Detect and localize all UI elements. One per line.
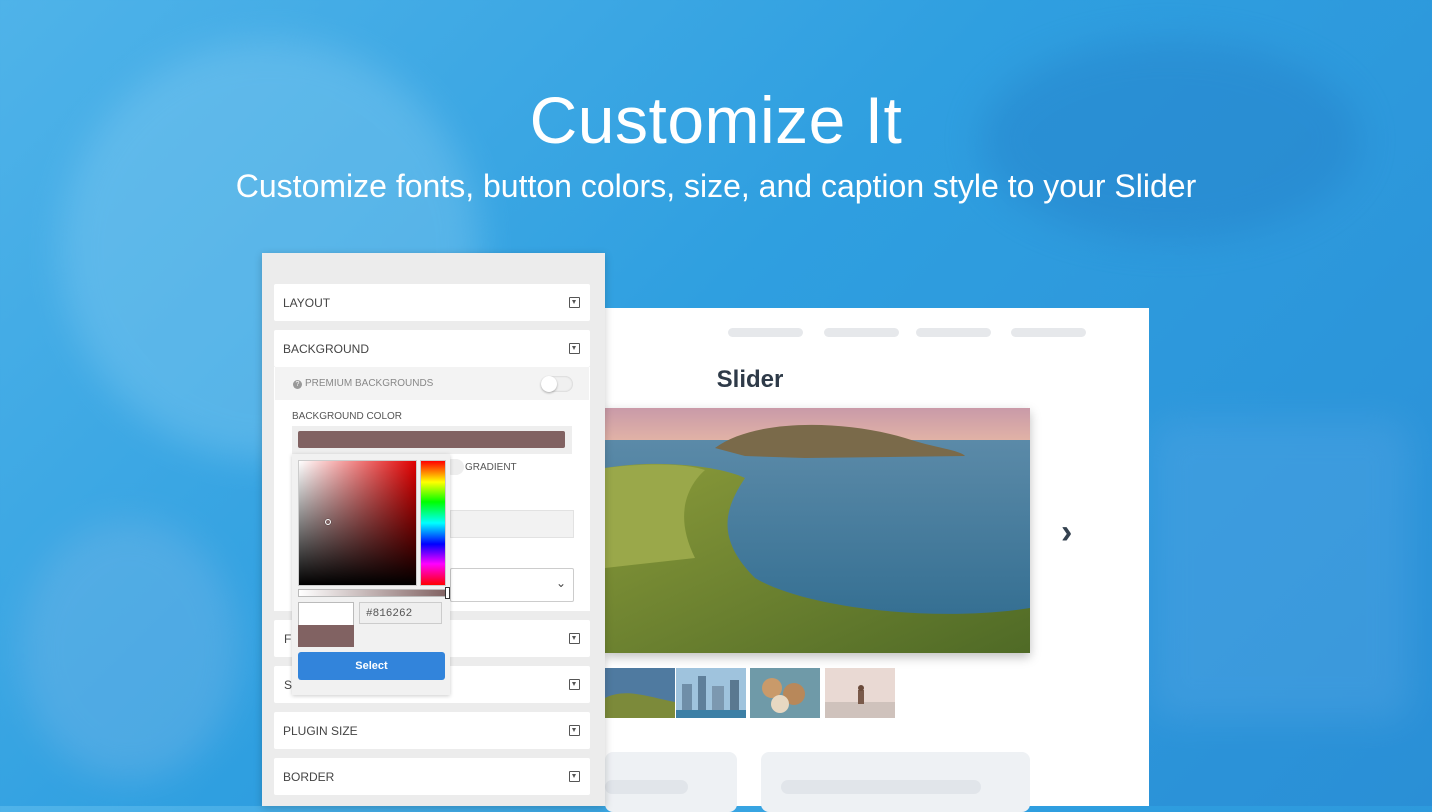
nav-placeholder xyxy=(1011,328,1086,337)
accordion-plugin-size[interactable]: PLUGIN SIZE xyxy=(274,712,590,749)
accordion-label: BACKGROUND xyxy=(283,342,370,356)
accordion-background[interactable]: BACKGROUND xyxy=(274,330,590,367)
saturation-value-area[interactable] xyxy=(298,460,417,586)
background-color-swatch[interactable] xyxy=(292,426,572,454)
select-button[interactable]: Select xyxy=(298,652,445,680)
slider-preview: Slider › xyxy=(605,308,1149,812)
color-cursor[interactable] xyxy=(325,519,331,525)
nav-placeholder xyxy=(916,328,991,337)
previous-color-preview xyxy=(298,602,354,626)
swatch-fill xyxy=(298,431,565,448)
content-card-placeholder xyxy=(761,752,1030,812)
premium-backgrounds-row: ? PREMIUM BACKGROUNDS xyxy=(275,367,589,400)
chevron-down-icon: ⌄ xyxy=(555,576,566,590)
toggle-knob xyxy=(541,376,557,392)
alpha-slider-handle[interactable] xyxy=(445,587,450,599)
alpha-slider[interactable] xyxy=(298,587,450,599)
slide-thumbnail[interactable] xyxy=(750,668,820,718)
text-placeholder xyxy=(781,780,981,794)
question-circle-icon[interactable]: ? xyxy=(293,380,302,389)
caret-box-icon[interactable] xyxy=(569,297,580,308)
bg-blur-shape xyxy=(20,520,240,780)
hex-color-input[interactable]: #816262 xyxy=(359,602,442,624)
caret-box-icon[interactable] xyxy=(569,679,580,690)
accordion-border[interactable]: BORDER xyxy=(274,758,590,795)
accordion-label-peek: S xyxy=(284,678,293,692)
slide-thumbnail[interactable] xyxy=(676,668,746,718)
text-placeholder xyxy=(605,780,688,794)
hidden-field[interactable] xyxy=(450,510,574,538)
color-picker: #816262 Select xyxy=(292,454,450,695)
accordion-layout[interactable]: LAYOUT xyxy=(274,284,590,321)
caret-box-icon[interactable] xyxy=(569,725,580,736)
accordion-label: LAYOUT xyxy=(283,296,331,310)
content-card-placeholder xyxy=(605,752,737,812)
page-title: Customize It xyxy=(529,83,903,157)
slide-thumbnail[interactable] xyxy=(825,668,895,718)
nav-placeholder xyxy=(824,328,899,337)
next-arrow-icon[interactable]: › xyxy=(1061,513,1072,552)
premium-backgrounds-toggle[interactable] xyxy=(541,376,573,392)
accordion-label: BORDER xyxy=(283,770,335,784)
premium-backgrounds-label: ? PREMIUM BACKGROUNDS xyxy=(293,378,433,389)
page-subtitle: Customize fonts, button colors, size, an… xyxy=(235,168,1197,204)
hidden-select[interactable]: ⌄ xyxy=(450,568,574,602)
accordion-label-peek: F xyxy=(284,632,292,646)
caret-box-icon[interactable] xyxy=(569,771,580,782)
slider-title: Slider xyxy=(716,366,784,393)
accordion-label: PLUGIN SIZE xyxy=(283,724,358,738)
slide-image[interactable] xyxy=(605,408,1030,653)
caret-box-icon[interactable] xyxy=(569,633,580,644)
hue-slider[interactable] xyxy=(420,460,446,586)
gradient-label: GRADIENT xyxy=(465,462,517,473)
slide-thumbnail[interactable] xyxy=(605,668,675,718)
nav-placeholder xyxy=(728,328,803,337)
caret-box-icon[interactable] xyxy=(569,343,580,354)
current-color-preview xyxy=(298,625,354,647)
bg-blur-shape xyxy=(1150,420,1410,720)
background-color-label: BACKGROUND COLOR xyxy=(292,411,403,422)
